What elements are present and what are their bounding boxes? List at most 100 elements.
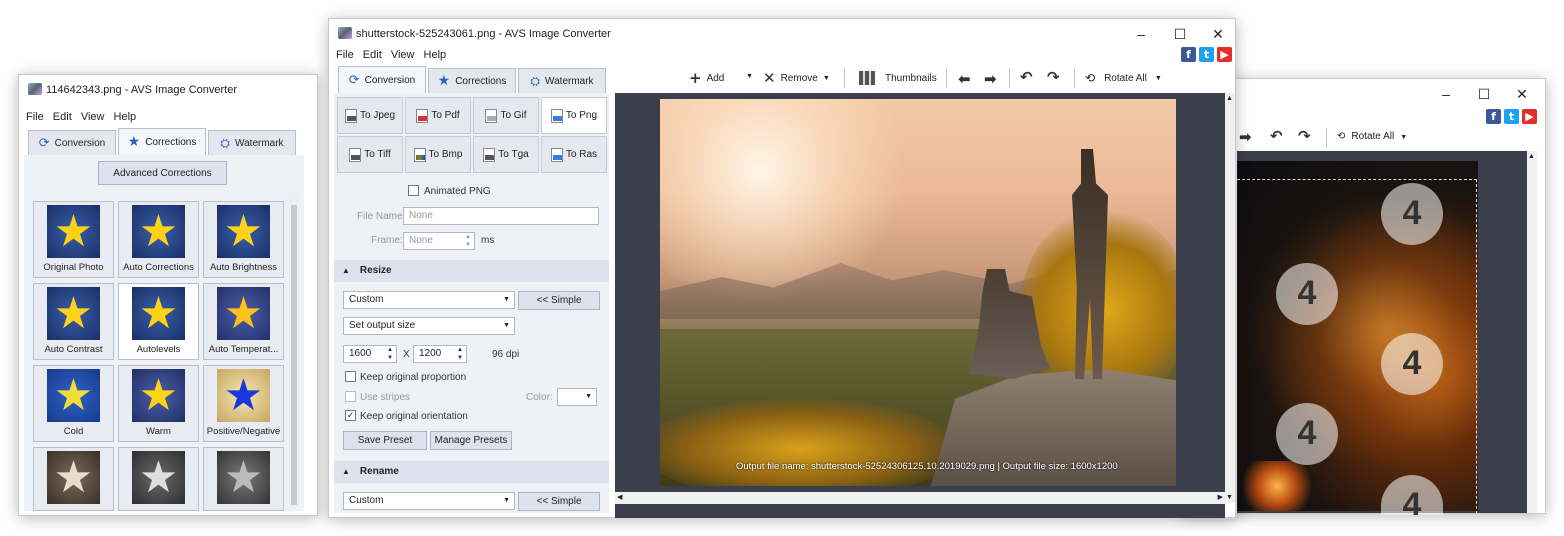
color-picker[interactable] (557, 388, 597, 406)
menu-view[interactable]: View (81, 111, 105, 123)
facebook-icon[interactable]: f (1486, 109, 1501, 124)
remove-button[interactable]: ✕ Remove ▼ (763, 67, 830, 89)
star-icon: ★ (223, 287, 264, 339)
to-png-button[interactable]: To Png (541, 97, 607, 134)
rename-preset-select[interactable]: Custom (343, 492, 515, 510)
youtube-icon[interactable]: ▶ (1217, 47, 1232, 62)
left-tab-conversion[interactable]: ⟳ Conversion (28, 130, 116, 155)
tab-corrections[interactable]: ★ Corrections (428, 68, 516, 93)
animated-png-checkbox[interactable] (408, 185, 419, 196)
left-tab-watermark[interactable]: ⛭ Watermark (208, 130, 296, 155)
right-rotate-all-button[interactable]: ⟲ Rotate All ▼ (1337, 131, 1407, 145)
manage-presets-button[interactable]: Manage Presets (430, 431, 512, 450)
resize-section-header[interactable]: ▲ Resize (334, 260, 609, 282)
twitter-icon[interactable]: t (1199, 47, 1214, 62)
to-tiff-button[interactable]: To Tiff (337, 136, 403, 173)
thumb-sepia[interactable]: ★ (33, 447, 114, 511)
resize-preset-select[interactable]: Custom (343, 291, 515, 309)
thumb-autolevels[interactable]: ★ Autolevels (118, 283, 199, 360)
left-titlebar: 114642343.png - AVS Image Converter (19, 75, 317, 105)
right-scrollbar[interactable]: ▲ (1527, 151, 1537, 513)
animated-png-label: Animated PNG (424, 186, 491, 197)
menu-help[interactable]: Help (114, 111, 137, 123)
left-scrollbar[interactable] (289, 193, 299, 511)
left-tab-corrections[interactable]: ★ Corrections (118, 128, 206, 155)
thumbnails-button[interactable]: Thumbnails (859, 67, 937, 89)
previous-arrow-icon[interactable]: ⬅ (958, 70, 971, 88)
gif-file-icon (485, 108, 498, 123)
star-icon: ★ (138, 369, 179, 421)
width-input[interactable]: 1600 (343, 345, 397, 363)
thumb-grayscale[interactable]: ★ (118, 447, 199, 511)
youtube-icon[interactable]: ▶ (1522, 109, 1537, 124)
height-input[interactable]: 1200 (413, 345, 467, 363)
thumb-auto-corrections[interactable]: ★ Auto Corrections (118, 201, 199, 278)
add-button[interactable]: + Add (689, 67, 724, 89)
file-name-label: File Name: (357, 211, 406, 222)
right-close-button[interactable]: ✕ (1507, 83, 1537, 105)
facebook-icon[interactable]: f (1181, 47, 1196, 62)
selection-frame[interactable] (1237, 179, 1477, 519)
thumbnails-icon (859, 71, 875, 85)
tga-file-icon (483, 147, 496, 162)
to-pdf-button[interactable]: To Pdf (405, 97, 471, 134)
star-icon: ★ (53, 369, 94, 421)
to-tga-button[interactable]: To Tga (473, 136, 539, 173)
menu-edit[interactable]: Edit (363, 49, 382, 61)
menu-help[interactable]: Help (424, 49, 447, 61)
menu-file[interactable]: File (26, 111, 44, 123)
to-jpeg-button[interactable]: To Jpeg (337, 97, 403, 134)
preview-image: Output file name: shutterstock-525243061… (660, 99, 1176, 486)
next-arrow-icon[interactable]: ➡ (984, 70, 997, 88)
menu-view[interactable]: View (391, 49, 415, 61)
resize-simple-button[interactable]: << Simple (518, 291, 600, 310)
thumb-auto-temperature[interactable]: ★ Auto Temperat... (203, 283, 284, 360)
twitter-icon[interactable]: t (1504, 109, 1519, 124)
save-preset-button[interactable]: Save Preset (343, 431, 427, 450)
menu-file[interactable]: File (336, 49, 354, 61)
dpi-label: 96 dpi (492, 349, 520, 360)
to-gif-button[interactable]: To Gif (473, 97, 539, 134)
thumb-auto-contrast[interactable]: ★ Auto Contrast (33, 283, 114, 360)
rotate-left-icon[interactable]: ↶ (1020, 68, 1033, 86)
to-ras-button[interactable]: To Ras (541, 136, 607, 173)
size-mode-select[interactable]: Set output size (343, 317, 515, 335)
frame-input[interactable]: None (403, 232, 475, 250)
thumb-original-photo[interactable]: ★ Original Photo (33, 201, 114, 278)
next-arrow-icon[interactable]: ➡ (1239, 128, 1252, 146)
rename-section-header[interactable]: ▲ Rename (334, 461, 609, 483)
keep-proportion-checkbox[interactable] (345, 371, 356, 382)
star-icon: ★ (223, 205, 264, 257)
minimize-button[interactable]: – (1126, 23, 1156, 45)
rename-simple-button[interactable]: << Simple (518, 492, 600, 511)
status-text: Output file name: shutterstock-525243061… (736, 461, 1118, 472)
preview-horizontal-scrollbar[interactable]: ◀ ▶ (615, 492, 1225, 504)
maximize-button[interactable]: ☐ (1165, 23, 1195, 45)
right-maximize-button[interactable]: ☐ (1469, 83, 1499, 105)
keep-orientation-checkbox[interactable]: ✓ (345, 410, 356, 421)
rotate-left-icon[interactable]: ↶ (1270, 127, 1283, 145)
rotate-right-icon[interactable]: ↷ (1298, 127, 1311, 145)
add-dropdown-arrow[interactable]: ▼ (746, 73, 753, 80)
menu-edit[interactable]: Edit (53, 111, 72, 123)
preview-vertical-scrollbar[interactable]: ▲ ▼ (1225, 93, 1235, 503)
thumb-black-white[interactable]: ★ (203, 447, 284, 511)
main-window: shutterstock-525243061.png - AVS Image C… (328, 18, 1236, 518)
right-minimize-button[interactable]: – (1431, 83, 1461, 105)
close-button[interactable]: ✕ (1203, 23, 1233, 45)
star-icon: ★ (138, 287, 179, 339)
file-name-input[interactable]: None (403, 207, 599, 225)
thumb-positive-negative[interactable]: ★ Positive/Negative (203, 365, 284, 442)
thumb-warm[interactable]: ★ Warm (118, 365, 199, 442)
thumb-auto-brightness[interactable]: ★ Auto Brightness (203, 201, 284, 278)
rotate-all-button[interactable]: ⟲ Rotate All ▼ (1085, 67, 1162, 89)
use-stripes-checkbox[interactable] (345, 391, 356, 402)
advanced-corrections-button[interactable]: Advanced Corrections (98, 161, 227, 185)
rotate-right-icon[interactable]: ↷ (1047, 68, 1060, 86)
thumb-cold[interactable]: ★ Cold (33, 365, 114, 442)
star-icon: ★ (53, 287, 94, 339)
rotate-all-icon: ⟲ (1337, 131, 1346, 142)
tab-watermark[interactable]: ⛭ Watermark (518, 68, 606, 93)
to-bmp-button[interactable]: To Bmp (405, 136, 471, 173)
tab-conversion[interactable]: ⟳ Conversion (338, 66, 426, 93)
